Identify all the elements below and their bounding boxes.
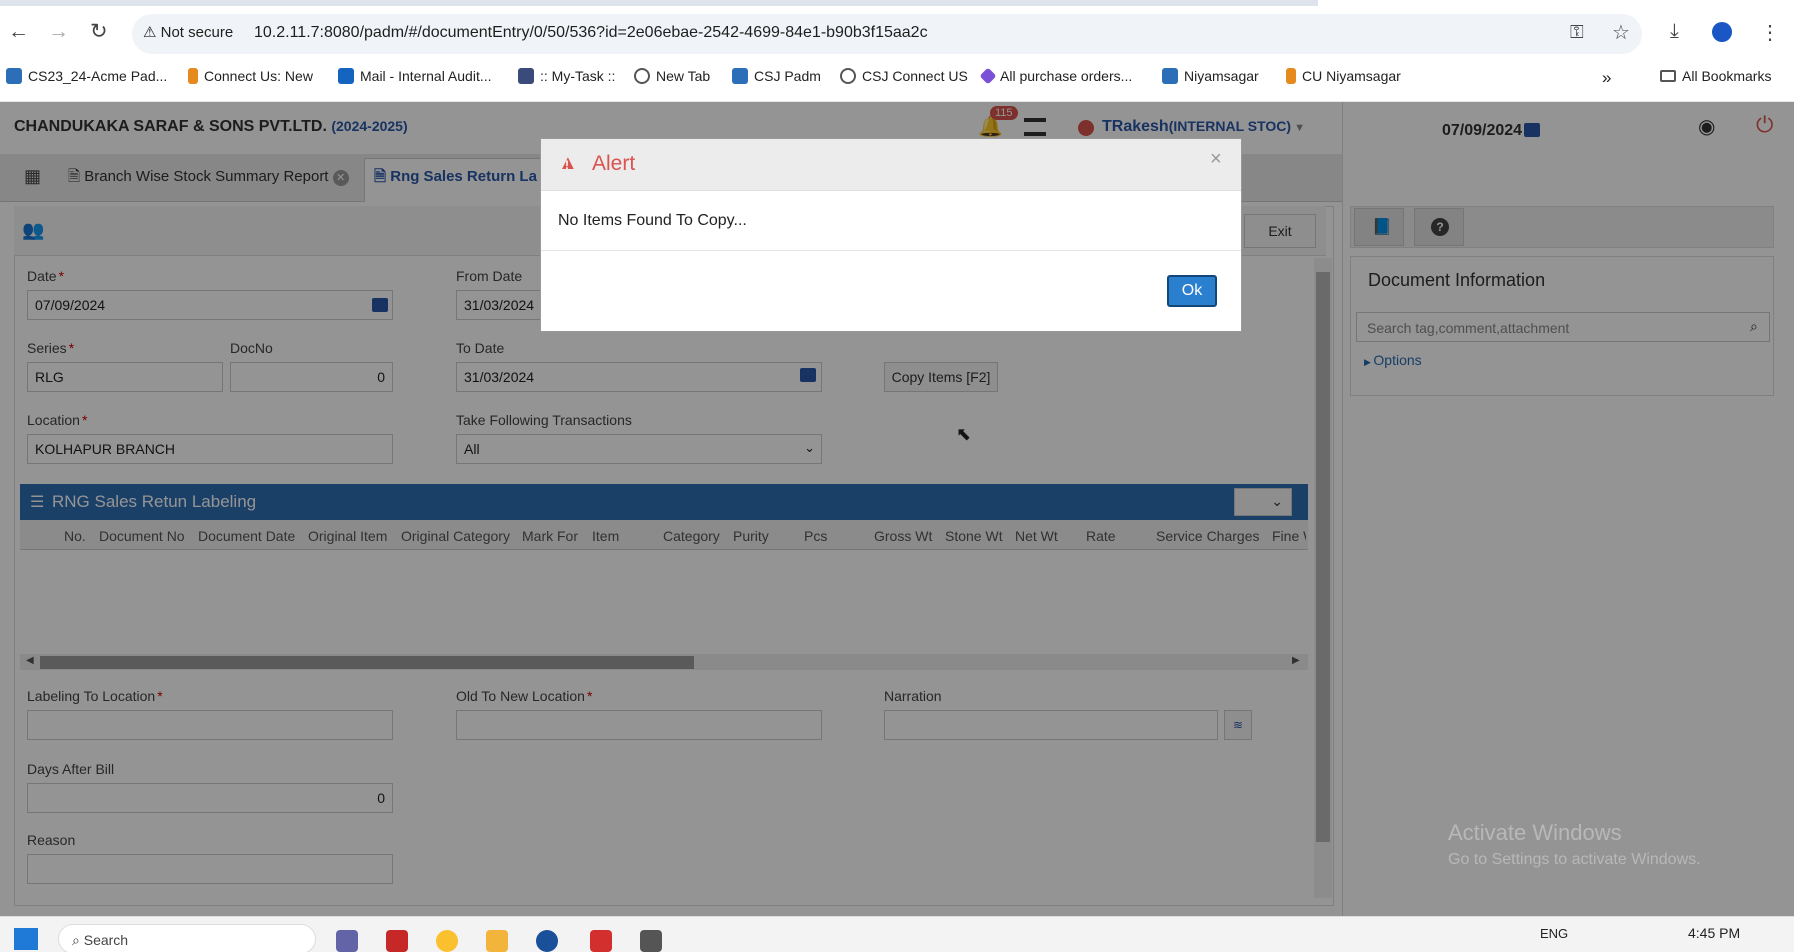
language-indicator[interactable]: ENG [1540, 926, 1568, 941]
warning-icon-mark: ! [565, 158, 569, 172]
bookmark-item[interactable]: :: My-Task :: [518, 68, 615, 84]
app-icon[interactable] [640, 930, 662, 952]
bookmark-favicon-icon [1162, 68, 1178, 84]
warning-icon: ⚠ [143, 24, 157, 41]
bookmark-favicon-icon [518, 68, 534, 84]
close-icon[interactable]: × [1210, 148, 1222, 171]
app-icon[interactable] [536, 930, 558, 952]
activate-windows-subtext: Go to Settings to activate Windows. [1448, 851, 1701, 868]
teams-icon[interactable] [336, 930, 358, 952]
bookmark-item[interactable]: CSJ Connect US [840, 68, 968, 84]
search-icon: ⌕ [72, 932, 84, 948]
reload-icon[interactable]: ↻ [90, 21, 108, 42]
alert-header [541, 139, 1241, 191]
bookmark-item[interactable]: CS23_24-Acme Pad... [6, 68, 167, 84]
alert-message: No Items Found To Copy... [558, 212, 747, 229]
bookmark-star-icon[interactable]: ☆ [1612, 20, 1630, 45]
folder-icon [1660, 70, 1676, 82]
clock[interactable]: 4:45 PM [1688, 925, 1740, 941]
bookmark-item[interactable]: CSJ Padm [732, 68, 821, 84]
windows-start-icon[interactable] [14, 928, 38, 950]
browser-menu-icon[interactable]: ⋮ [1760, 20, 1780, 45]
file-explorer-icon[interactable] [486, 930, 508, 952]
bookmark-favicon-icon [338, 68, 354, 84]
browser-tabstrip [0, 0, 1794, 6]
taskbar-search-label: ⌕ Search [72, 932, 129, 948]
profile-avatar[interactable] [1712, 22, 1732, 42]
bookmark-item[interactable]: Connect Us: New [188, 68, 313, 84]
bookmark-favicon-icon [1286, 68, 1296, 84]
ok-button[interactable]: Ok [1167, 275, 1217, 307]
bookmark-favicon-icon [188, 68, 198, 84]
bookmark-favicon-icon [6, 68, 22, 84]
back-icon[interactable]: ← [8, 21, 29, 42]
divider [541, 250, 1241, 251]
bookmark-favicon-icon [979, 67, 997, 85]
alert-title: Alert [592, 152, 636, 175]
bookmark-favicon-icon [634, 68, 650, 84]
bookmark-item[interactable]: All purchase orders... [979, 67, 1132, 85]
chrome-icon[interactable] [436, 930, 458, 952]
pdf-icon[interactable] [590, 930, 612, 952]
bookmark-item[interactable]: Mail - Internal Audit... [338, 68, 492, 84]
forward-icon[interactable]: → [48, 21, 69, 42]
bookmark-item[interactable]: Niyamsagar [1162, 68, 1259, 84]
bookmark-item[interactable]: New Tab [634, 68, 710, 84]
all-bookmarks-button[interactable]: All Bookmarks [1660, 68, 1771, 84]
password-key-icon[interactable]: ⚿ [1570, 22, 1584, 43]
url-text[interactable]: 10.2.11.7:8080/padm/#/documentEntry/0/50… [254, 24, 928, 42]
bookmarks-overflow-button[interactable]: » [1602, 68, 1611, 88]
bookmark-favicon-icon [732, 68, 748, 84]
download-icon[interactable]: ⤓ [1670, 20, 1679, 43]
app-icon[interactable] [386, 930, 408, 952]
activate-windows-watermark: Activate Windows [1448, 820, 1622, 845]
bookmark-item[interactable]: CU Niyamsagar [1286, 68, 1401, 84]
security-indicator[interactable]: ⚠ Not secure [143, 23, 233, 41]
bookmark-favicon-icon [840, 68, 856, 84]
security-label: Not secure [160, 24, 234, 41]
